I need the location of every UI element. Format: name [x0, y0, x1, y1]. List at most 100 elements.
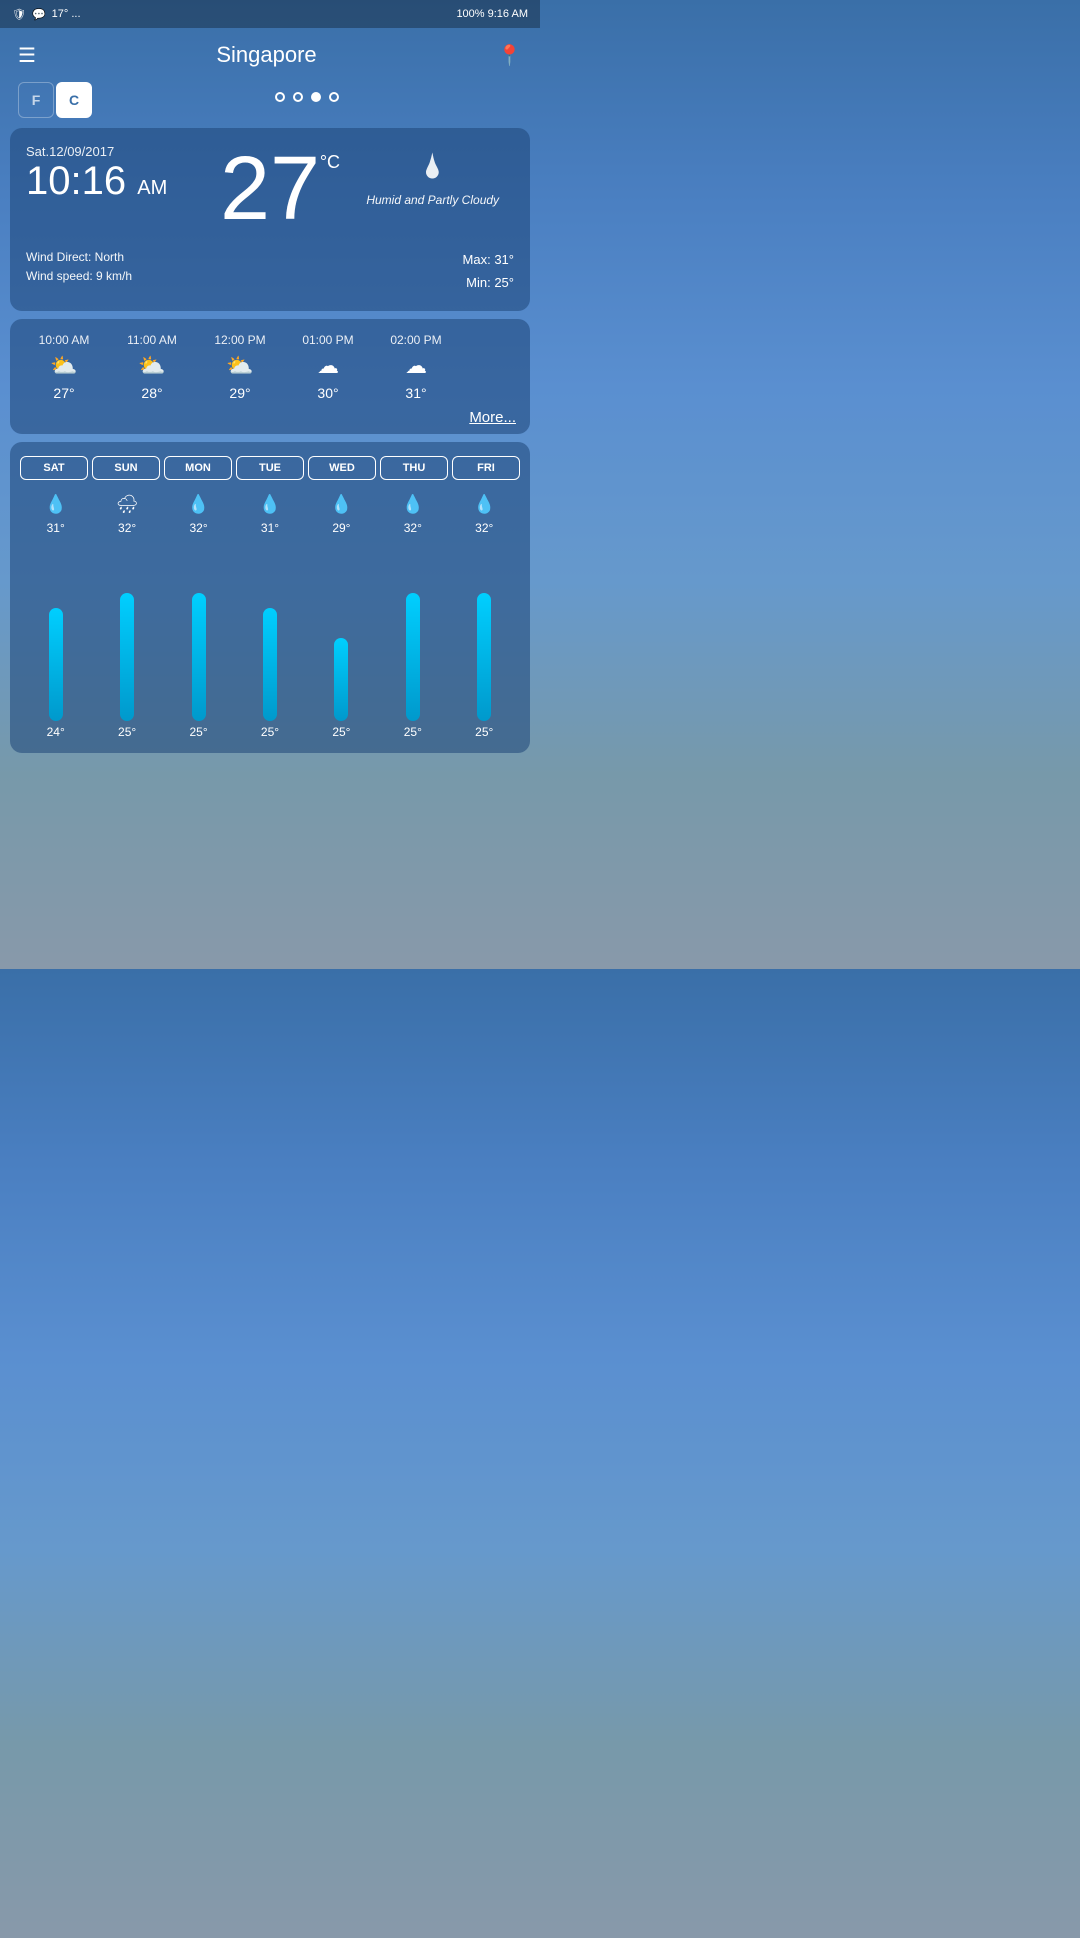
bar-wrapper — [334, 571, 348, 721]
current-time: 10:16 AM — [26, 159, 189, 203]
more-link[interactable]: More... — [20, 401, 520, 426]
hour-time-label: 02:00 PM — [390, 333, 441, 347]
min-temp-label: 25° — [91, 725, 162, 739]
wind-direction: Wind Direct: North — [26, 248, 132, 267]
hour-temperature: 30° — [317, 385, 338, 401]
wind-speed: Wind speed: 9 km/h — [26, 267, 132, 286]
app-header: ☰ Singapore 📍 — [0, 28, 540, 82]
shield-icon: 🛡 — [12, 8, 26, 21]
min-temp-label: 25° — [306, 725, 377, 739]
menu-button[interactable]: ☰ — [18, 43, 36, 68]
day-tab[interactable]: WED — [308, 456, 376, 480]
hourly-item: 10:00 AM ⛅ 27° — [20, 333, 108, 401]
max-temp-label: 32° — [449, 521, 520, 535]
min-temp-label: 25° — [377, 725, 448, 739]
datetime-section: Sat.12/09/2017 10:16 AM — [26, 144, 189, 203]
condition-text: Humid and Partly Cloudy — [366, 193, 499, 207]
weekly-weather-icon: 💧 — [377, 494, 448, 515]
hour-temperature: 31° — [405, 385, 426, 401]
hour-time-label: 10:00 AM — [39, 333, 90, 347]
bar-column: 32° — [163, 521, 234, 721]
weekly-forecast-card: SATSUNMONTUEWEDTHUFRI 💧🌧💧💧💧💧💧 31°32°32°3… — [10, 442, 530, 753]
hour-weather-icon: ☁ — [317, 353, 339, 379]
city-name: Singapore — [216, 42, 316, 68]
page-dot-2[interactable] — [293, 92, 303, 102]
min-temp-label: 24° — [20, 725, 91, 739]
weekly-weather-icon: 💧 — [449, 494, 520, 515]
hourly-scroll[interactable]: 10:00 AM ⛅ 27° 11:00 AM ⛅ 28° 12:00 PM ⛅… — [20, 333, 520, 401]
day-tab[interactable]: SAT — [20, 456, 88, 480]
hourly-item: 02:00 PM ☁ 31° — [372, 333, 460, 401]
temperature-bar — [49, 608, 63, 721]
bar-chart: 31°32°32°31°29°32°32° — [20, 521, 520, 721]
hour-time-label: 11:00 AM — [127, 333, 177, 347]
location-icon[interactable]: 📍 — [497, 43, 522, 68]
hourly-forecast-card: 10:00 AM ⛅ 27° 11:00 AM ⛅ 28° 12:00 PM ⛅… — [10, 319, 530, 434]
day-tab[interactable]: THU — [380, 456, 448, 480]
min-temp-label: 25° — [234, 725, 305, 739]
status-temp: 17° ... — [52, 8, 81, 20]
max-temp-label: 32° — [377, 521, 448, 535]
hour-time-label: 01:00 PM — [302, 333, 353, 347]
temperature-bar — [120, 593, 134, 721]
page-dot-4[interactable] — [329, 92, 339, 102]
temperature-bar — [477, 593, 491, 721]
hour-time-label: 12:00 PM — [214, 333, 265, 347]
fahrenheit-button[interactable]: F — [18, 82, 54, 118]
day-tab[interactable]: MON — [164, 456, 232, 480]
rain-drops-icon: 🌢 — [422, 148, 442, 187]
weather-footer: Wind Direct: North Wind speed: 9 km/h Ma… — [26, 248, 514, 295]
hourly-item: 11:00 AM ⛅ 28° — [108, 333, 196, 401]
max-temp-label: 32° — [163, 521, 234, 535]
temperature-bar — [406, 593, 420, 721]
day-tab[interactable]: FRI — [452, 456, 520, 480]
status-right: 100% 9:16 AM — [456, 8, 528, 20]
weekly-weather-icon: 🌧 — [91, 494, 162, 515]
page-indicators — [92, 88, 522, 112]
bar-column: 31° — [234, 521, 305, 721]
hour-temperature: 27° — [53, 385, 74, 401]
bar-wrapper — [192, 571, 206, 721]
min-temp-label: 25° — [163, 725, 234, 739]
bar-wrapper — [477, 571, 491, 721]
message-icon: 💬 — [32, 8, 46, 21]
wind-info: Wind Direct: North Wind speed: 9 km/h — [26, 248, 132, 295]
temperature-bar — [334, 638, 348, 721]
bar-column: 31° — [20, 521, 91, 721]
max-temp-label: 29° — [306, 521, 377, 535]
current-weather-card: Sat.12/09/2017 10:16 AM 27 °C 🌢 Humid an… — [10, 128, 530, 311]
temp-toggle: F C — [18, 82, 92, 118]
weekly-icons: 💧🌧💧💧💧💧💧 — [20, 494, 520, 515]
max-temp: Max: 31° — [463, 248, 514, 271]
bar-wrapper — [263, 571, 277, 721]
condition-section: 🌢 Humid and Partly Cloudy — [351, 144, 514, 207]
max-temp-label: 31° — [234, 521, 305, 535]
min-temp-label: 25° — [449, 725, 520, 739]
max-temp-label: 32° — [91, 521, 162, 535]
weekly-weather-icon: 💧 — [20, 494, 91, 515]
hour-weather-icon: ☁ — [405, 353, 427, 379]
weekly-weather-icon: 💧 — [163, 494, 234, 515]
day-tabs: SATSUNMONTUEWEDTHUFRI — [20, 456, 520, 480]
bar-column: 32° — [91, 521, 162, 721]
status-left: 🛡 💬 17° ... — [12, 8, 81, 21]
bar-column: 32° — [377, 521, 448, 721]
bar-column: 29° — [306, 521, 377, 721]
hourly-item: 12:00 PM ⛅ 29° — [196, 333, 284, 401]
weekly-weather-icon: 💧 — [306, 494, 377, 515]
day-tab[interactable]: TUE — [236, 456, 304, 480]
temperature-bar — [263, 608, 277, 721]
hourly-item: 01:00 PM ☁ 30° — [284, 333, 372, 401]
page-dot-1[interactable] — [275, 92, 285, 102]
hour-weather-icon: ⛅ — [138, 353, 165, 379]
max-temp-label: 31° — [20, 521, 91, 535]
temperature-section: 27 °C — [189, 144, 352, 234]
bar-column: 32° — [449, 521, 520, 721]
day-tab[interactable]: SUN — [92, 456, 160, 480]
page-dot-3[interactable] — [311, 92, 321, 102]
hour-weather-icon: ⛅ — [50, 353, 77, 379]
current-date: Sat.12/09/2017 — [26, 144, 189, 159]
minmax-temps: Max: 31° Min: 25° — [463, 248, 514, 295]
current-temperature: 27 — [220, 139, 320, 239]
celsius-button[interactable]: C — [56, 82, 92, 118]
